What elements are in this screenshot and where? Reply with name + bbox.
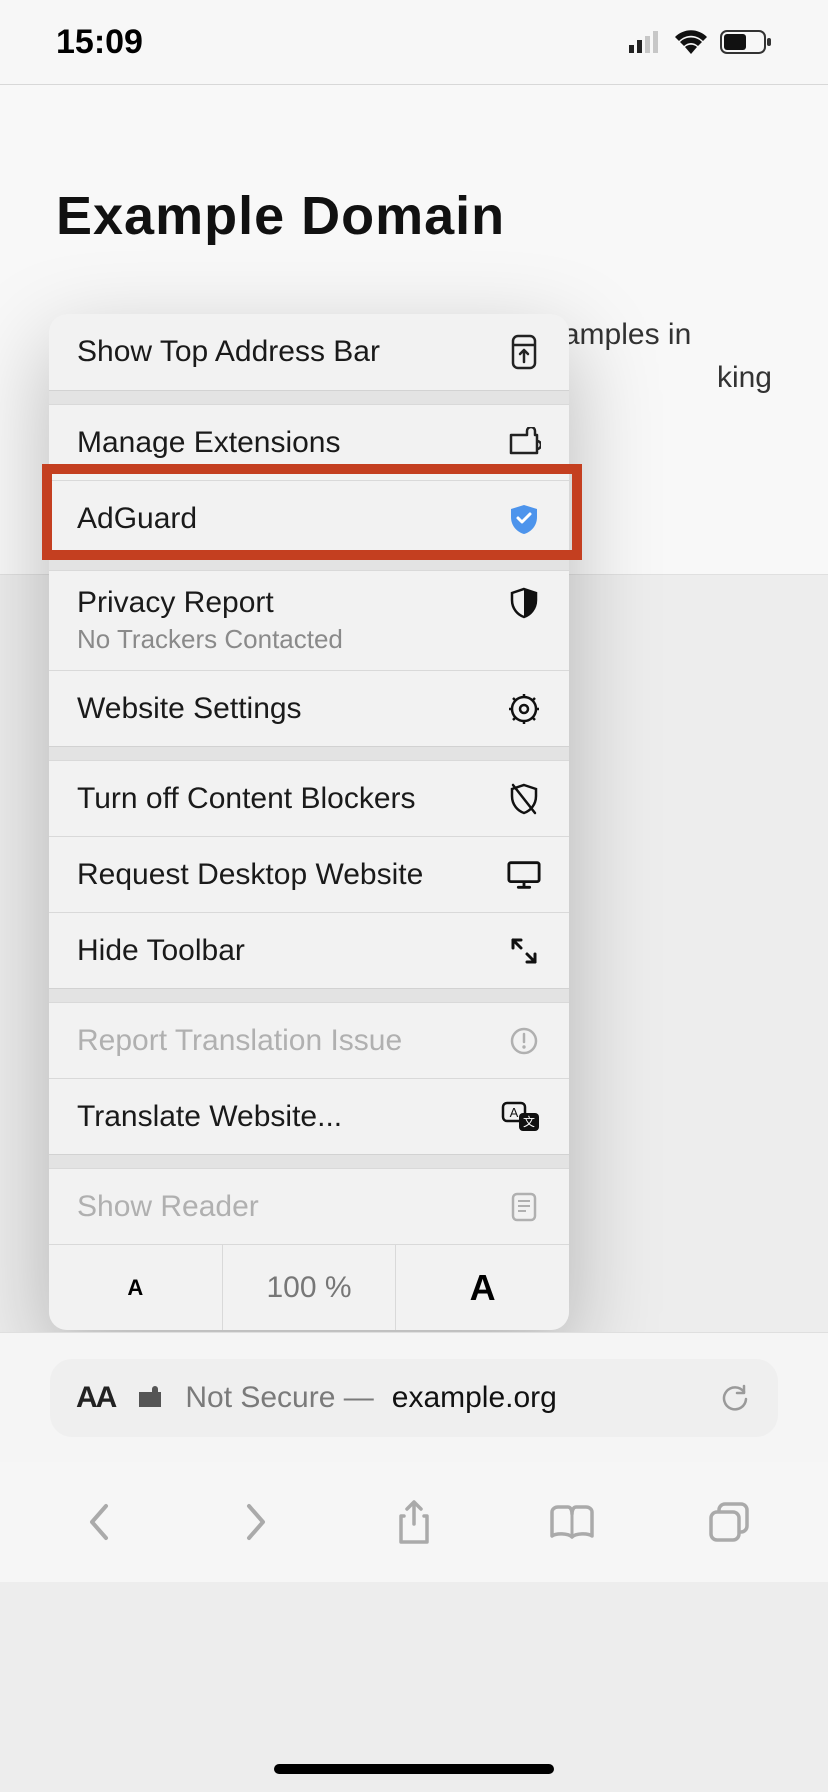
shield-slash-icon (507, 782, 541, 816)
zoom-out-button[interactable]: A (49, 1245, 223, 1330)
menu-separator (49, 746, 569, 760)
menu-show-top-address-bar[interactable]: Show Top Address Bar (49, 314, 569, 390)
menu-adguard[interactable]: AdGuard (49, 480, 569, 556)
menu-label: Translate Website... (77, 1100, 342, 1134)
expand-arrows-icon (507, 934, 541, 968)
share-button[interactable] (387, 1495, 441, 1549)
zoom-in-button[interactable]: A (396, 1245, 569, 1330)
menu-translate-website[interactable]: Translate Website... A文 (49, 1078, 569, 1154)
aa-menu: Show Top Address Bar Manage Extensions A… (49, 314, 569, 1330)
zoom-row: A 100 % A (49, 1244, 569, 1330)
menu-label: Show Top Address Bar (77, 335, 380, 369)
exclamation-circle-icon (507, 1024, 541, 1058)
menu-turn-off-content-blockers[interactable]: Turn off Content Blockers (49, 760, 569, 836)
menu-manage-extensions[interactable]: Manage Extensions (49, 404, 569, 480)
puzzle-icon (507, 426, 541, 460)
menu-label: Request Desktop Website (77, 858, 423, 892)
back-button[interactable] (72, 1495, 126, 1549)
menu-label: Hide Toolbar (77, 934, 245, 968)
menu-label: Show Reader (77, 1190, 259, 1224)
menu-label: Report Translation Issue (77, 1024, 402, 1058)
desktop-icon (507, 858, 541, 892)
shield-check-icon (507, 502, 541, 536)
menu-show-reader: Show Reader (49, 1168, 569, 1244)
menu-request-desktop-website[interactable]: Request Desktop Website (49, 836, 569, 912)
svg-text:A: A (510, 1105, 519, 1120)
page-peek-text: king (717, 361, 772, 395)
status-icons (628, 25, 772, 59)
menu-sublabel: No Trackers Contacted (77, 624, 541, 655)
address-bar[interactable]: AA Not Secure — example.org (50, 1359, 778, 1437)
menu-label: Turn off Content Blockers (77, 782, 416, 816)
url-host: example.org (392, 1381, 557, 1415)
battery-icon (720, 25, 772, 59)
forward-button[interactable] (229, 1495, 283, 1549)
menu-separator (49, 556, 569, 570)
menu-label: Website Settings (77, 692, 302, 726)
menu-label: AdGuard (77, 502, 197, 536)
gear-icon (507, 692, 541, 726)
aa-button[interactable]: AA (76, 1381, 115, 1415)
tabs-button[interactable] (702, 1495, 756, 1549)
not-secure-label: Not Secure — (185, 1381, 373, 1415)
arrow-up-box-icon (507, 335, 541, 369)
status-time: 15:09 (56, 23, 143, 62)
wifi-icon (674, 25, 708, 59)
translate-icon: A文 (501, 1100, 541, 1134)
menu-separator (49, 390, 569, 404)
menu-report-translation-issue: Report Translation Issue (49, 1002, 569, 1078)
reader-icon (507, 1190, 541, 1224)
shield-half-icon (507, 586, 541, 620)
address-bar-area: AA Not Secure — example.org (0, 1332, 828, 1462)
menu-privacy-report[interactable]: Privacy Report No Trackers Contacted (49, 570, 569, 670)
reload-icon[interactable] (718, 1381, 752, 1415)
menu-website-settings[interactable]: Website Settings (49, 670, 569, 746)
menu-hide-toolbar[interactable]: Hide Toolbar (49, 912, 569, 988)
extension-badge-icon[interactable] (133, 1381, 167, 1415)
bottom-toolbar (0, 1462, 828, 1582)
menu-label: Privacy Report (77, 586, 274, 620)
menu-separator (49, 1154, 569, 1168)
page-title: Example Domain (56, 185, 772, 247)
zoom-percentage[interactable]: 100 % (223, 1245, 397, 1330)
home-indicator[interactable] (274, 1764, 554, 1774)
svg-text:文: 文 (523, 1114, 535, 1129)
menu-label: Manage Extensions (77, 426, 341, 460)
menu-separator (49, 988, 569, 1002)
cellular-icon (628, 25, 662, 59)
status-bar: 15:09 (0, 0, 828, 84)
bookmarks-button[interactable] (545, 1495, 599, 1549)
